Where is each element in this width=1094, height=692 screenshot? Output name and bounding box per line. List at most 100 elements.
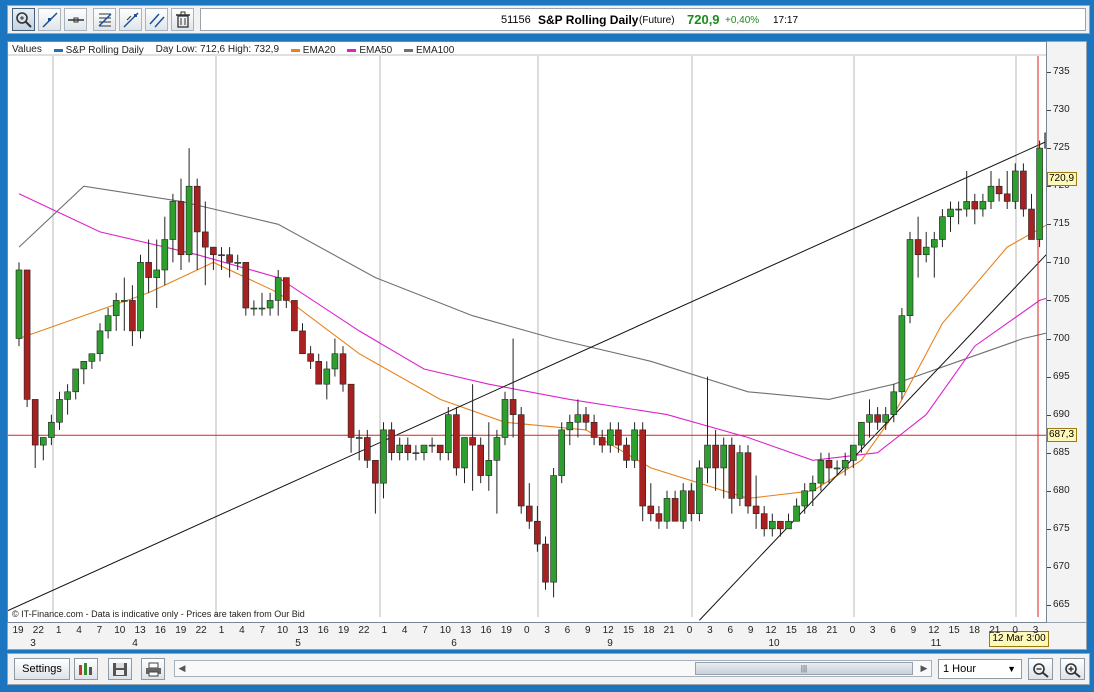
scroll-right-arrow[interactable]: ▶ bbox=[917, 661, 931, 676]
fibonacci-button[interactable] bbox=[93, 8, 116, 31]
candle bbox=[606, 422, 614, 453]
price-tick-mark bbox=[1047, 452, 1051, 454]
candle-body bbox=[696, 467, 703, 514]
hour-label: 1 bbox=[218, 625, 225, 636]
candle bbox=[380, 422, 387, 499]
candle bbox=[323, 361, 331, 400]
hour-label: 4 bbox=[76, 625, 82, 636]
candle-body bbox=[606, 429, 614, 446]
candle-body bbox=[947, 208, 954, 217]
candle-body bbox=[777, 520, 784, 530]
candle bbox=[1036, 140, 1043, 248]
candle-body bbox=[461, 437, 468, 469]
candle bbox=[582, 407, 590, 430]
hour-label: 22 bbox=[358, 625, 370, 636]
candle-body bbox=[890, 391, 898, 415]
chart-settings-icon bbox=[79, 663, 92, 675]
bottom-toolbar: Settings ◀ ||| ▶ 1 Hour ▼ bbox=[7, 653, 1090, 685]
candle bbox=[793, 498, 800, 522]
candle bbox=[663, 490, 671, 529]
candle-body bbox=[477, 444, 485, 476]
price-tick-mark bbox=[1047, 414, 1051, 416]
candle bbox=[39, 437, 47, 461]
candle bbox=[444, 407, 452, 461]
candle bbox=[631, 422, 638, 468]
candle bbox=[801, 483, 809, 514]
price-tick-label: 680 bbox=[1053, 484, 1070, 496]
zoom-in-button[interactable] bbox=[1060, 658, 1085, 680]
delete-drawings-button[interactable] bbox=[171, 8, 194, 31]
hour-label: 16 bbox=[480, 625, 492, 636]
candle-body bbox=[995, 185, 1003, 195]
ema100-swatch bbox=[403, 49, 413, 52]
price-tick-label: 710 bbox=[1053, 256, 1070, 268]
horizontal-line-button[interactable] bbox=[64, 8, 87, 31]
candle-body bbox=[849, 444, 857, 461]
candle-body bbox=[647, 505, 655, 514]
legend: Values S&P Rolling Daily Day Low: 712,6 … bbox=[12, 44, 463, 56]
ticker-change: +0,40% bbox=[725, 15, 760, 26]
candle-body bbox=[185, 185, 193, 256]
hour-label: 4 bbox=[401, 625, 408, 636]
candle-body bbox=[202, 231, 209, 248]
price-tick-label: 735 bbox=[1053, 66, 1070, 77]
day-range-label: Day Low: 712,6 High: 732,9 bbox=[155, 44, 280, 55]
draw-line-button[interactable] bbox=[38, 8, 61, 31]
scroll-left-arrow[interactable]: ◀ bbox=[175, 661, 189, 676]
candle-body bbox=[347, 383, 355, 438]
candle bbox=[720, 437, 728, 499]
zoom-out-button[interactable] bbox=[1028, 658, 1053, 680]
parallel-lines-button[interactable] bbox=[145, 8, 168, 31]
candle-body bbox=[218, 254, 225, 257]
price-tick-mark bbox=[1047, 376, 1051, 378]
trend-channel-icon bbox=[123, 12, 139, 28]
candle-body bbox=[404, 444, 412, 454]
settings-button[interactable]: Settings bbox=[14, 658, 70, 680]
trend-channel-button[interactable] bbox=[119, 8, 142, 31]
chart-area[interactable]: Values S&P Rolling Daily Day Low: 712,6 … bbox=[7, 41, 1047, 623]
zoom-tool-button[interactable] bbox=[12, 8, 35, 31]
price-tick-label: 705 bbox=[1053, 294, 1070, 306]
candle bbox=[242, 262, 250, 316]
hour-label: 7 bbox=[422, 625, 428, 636]
candle bbox=[785, 513, 792, 530]
candle bbox=[768, 513, 776, 537]
legend-series-label: S&P Rolling Daily bbox=[65, 45, 144, 56]
candle bbox=[590, 414, 598, 446]
candle-body bbox=[793, 505, 800, 522]
price-axis[interactable]: 7357307257207157107057006956906856806756… bbox=[1047, 41, 1087, 623]
candle-body bbox=[671, 498, 679, 522]
candle bbox=[72, 368, 79, 400]
candle-body bbox=[291, 300, 298, 332]
hour-label: 19 bbox=[500, 625, 512, 636]
hour-label: 3 bbox=[1032, 625, 1039, 636]
timeframe-select[interactable]: 1 Hour ▼ bbox=[938, 659, 1022, 679]
scroll-thumb[interactable]: ||| bbox=[695, 662, 913, 675]
candle-body bbox=[615, 429, 622, 446]
candle-body bbox=[687, 490, 695, 514]
candle-body bbox=[307, 353, 314, 362]
candle-body bbox=[315, 361, 323, 385]
price-tick-label: 670 bbox=[1053, 560, 1070, 572]
indicators-button[interactable] bbox=[74, 658, 98, 680]
candle bbox=[752, 475, 760, 529]
print-button[interactable] bbox=[141, 658, 165, 680]
day-label: 6 bbox=[451, 638, 457, 649]
candle bbox=[558, 422, 566, 484]
day-label: 9 bbox=[607, 638, 613, 649]
hour-label: 9 bbox=[585, 625, 591, 636]
candle bbox=[185, 148, 193, 263]
candle-body bbox=[444, 414, 452, 454]
chart-scrollbar[interactable]: ◀ ||| ▶ bbox=[174, 660, 932, 677]
hour-label: 18 bbox=[968, 625, 980, 636]
legend-series: S&P Rolling Daily bbox=[53, 45, 144, 56]
candle bbox=[493, 429, 501, 514]
save-button[interactable] bbox=[108, 658, 132, 680]
candle-body bbox=[914, 239, 922, 256]
trendline bbox=[8, 141, 1046, 612]
time-axis[interactable]: 12 Mar 3:00 19 22 1 4 7 10 13 16 19 22 1 4 7 10 13 16 19… bbox=[7, 623, 1087, 650]
price-tick-mark bbox=[1047, 605, 1051, 606]
candle bbox=[250, 300, 258, 316]
price-chart[interactable] bbox=[8, 42, 1047, 623]
candle-body bbox=[193, 185, 201, 233]
